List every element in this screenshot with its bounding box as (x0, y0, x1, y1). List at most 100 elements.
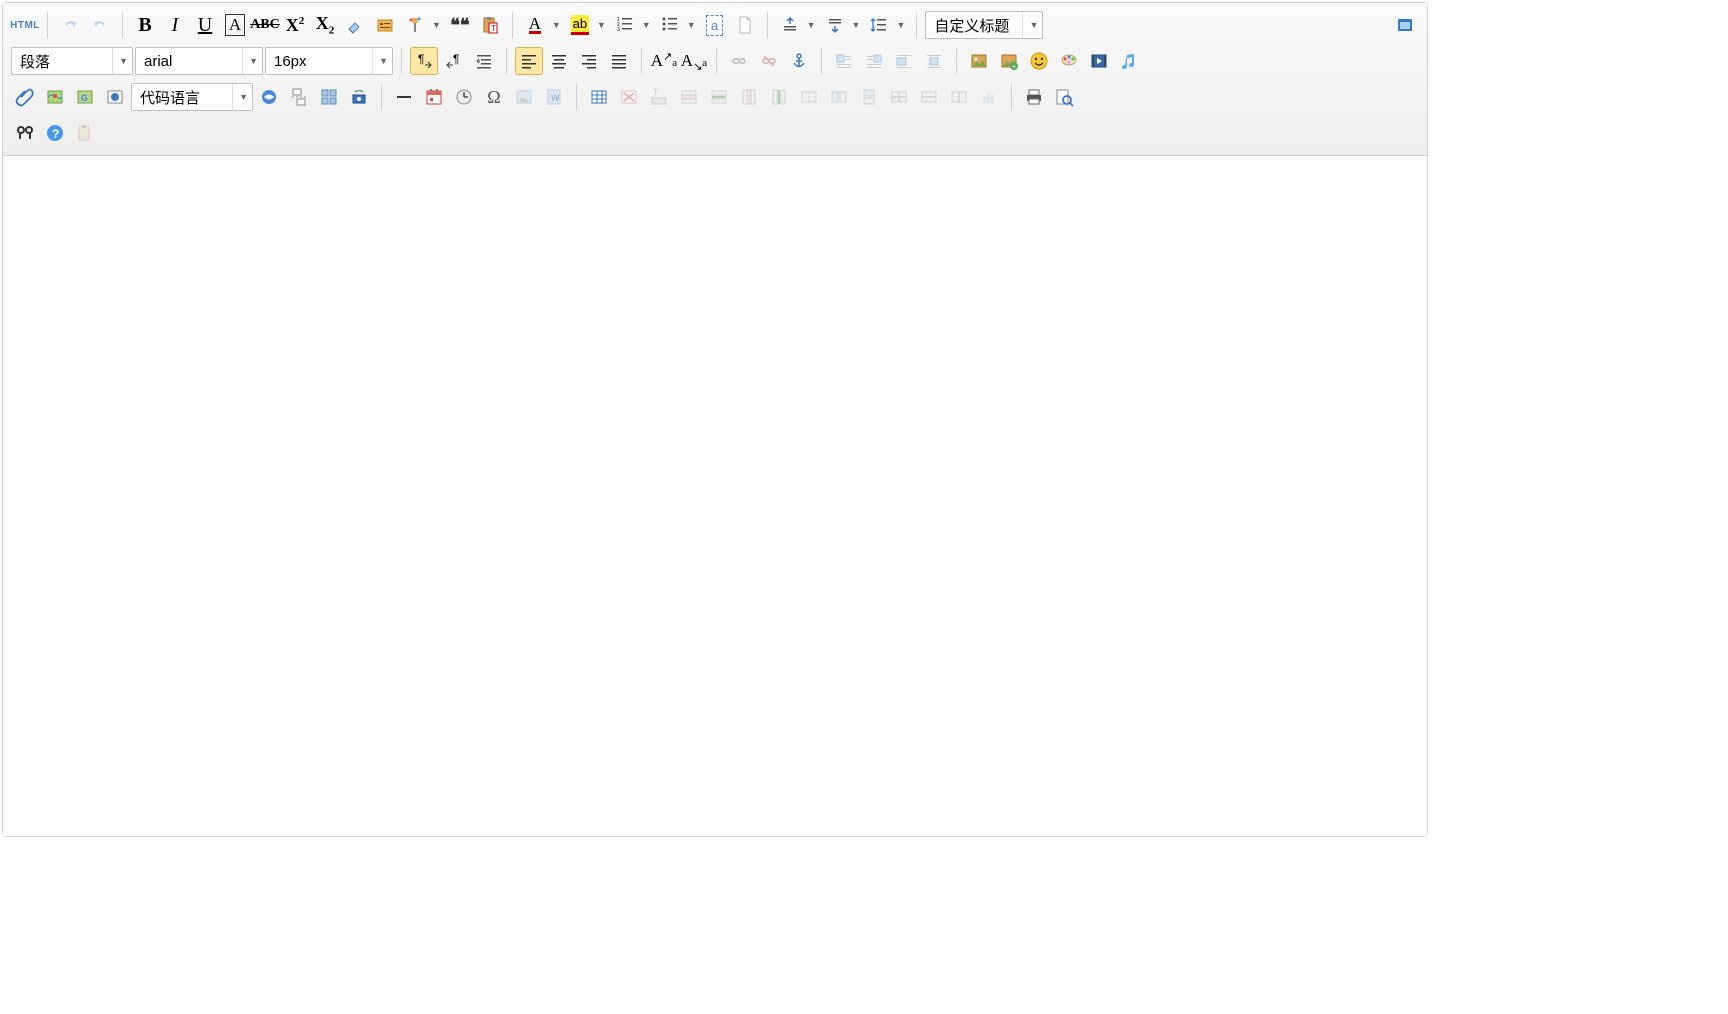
image-float-none-button[interactable] (890, 47, 918, 75)
import-word-button[interactable]: W (540, 83, 568, 111)
superscript-button[interactable]: X2 (281, 11, 309, 39)
align-center-button[interactable] (545, 47, 573, 75)
image-center-button[interactable] (920, 47, 948, 75)
time-button[interactable] (450, 83, 478, 111)
strikethrough-button[interactable]: ABC (251, 11, 279, 39)
rowspacing-bottom-button[interactable] (821, 11, 849, 39)
insert-frame-button[interactable] (101, 83, 129, 111)
lineheight-button[interactable] (865, 11, 893, 39)
insert-music-button[interactable] (1115, 47, 1143, 75)
undo-button[interactable] (56, 11, 84, 39)
horizontal-rule-button[interactable] (390, 83, 418, 111)
toolbar-row-2: 段落▼ arial▼ 16px▼ ¶ ¶ A↗a A↘a (11, 43, 1419, 79)
insert-para-before-table-button[interactable]: T (645, 83, 673, 111)
image-float-left-button[interactable] (830, 47, 858, 75)
special-char-button[interactable]: Ω (480, 83, 508, 111)
ordered-list-button[interactable]: 123 (611, 11, 639, 39)
anchor-button[interactable] (785, 47, 813, 75)
redo-button[interactable] (86, 11, 114, 39)
underline-button[interactable]: U (191, 11, 219, 39)
webapp-button[interactable] (255, 83, 283, 111)
svg-text:+: + (1012, 64, 1016, 71)
backcolor-button[interactable]: ab (566, 11, 594, 39)
rowspacing-bottom-dropdown[interactable]: ▼ (849, 20, 864, 30)
date-button[interactable] (420, 83, 448, 111)
align-right-button[interactable] (575, 47, 603, 75)
baidu-map-button[interactable] (41, 83, 69, 111)
insert-video-button[interactable] (1085, 47, 1113, 75)
word-image-button[interactable] (510, 83, 538, 111)
autotypeset-button[interactable] (371, 11, 399, 39)
paste-plain-button[interactable]: T (476, 11, 504, 39)
rowspacing-top-button[interactable] (776, 11, 804, 39)
font-size-select[interactable]: 16px▼ (265, 47, 393, 75)
touppercase-button[interactable]: A↗a (650, 47, 678, 75)
delete-row-button[interactable] (675, 83, 703, 111)
find-replace-button[interactable] (11, 119, 39, 147)
merge-down-button[interactable] (855, 83, 883, 111)
merge-right-button[interactable] (825, 83, 853, 111)
rich-text-editor: HTML B I U A ABC X2 X2 ▼ ❝❝ T A ▼ ab ▼ 1… (2, 2, 1428, 837)
ordered-list-dropdown[interactable]: ▼ (639, 20, 654, 30)
direction-rtl-button[interactable]: ¶ (440, 47, 468, 75)
insert-table-button[interactable] (585, 83, 613, 111)
indent-button[interactable] (470, 47, 498, 75)
pagebreak-button[interactable] (285, 83, 313, 111)
split-rows-button[interactable] (915, 83, 943, 111)
paragraph-select[interactable]: 段落▼ (11, 47, 133, 75)
multi-image-button[interactable]: + (995, 47, 1023, 75)
unordered-list-button[interactable] (656, 11, 684, 39)
bold-button[interactable]: B (131, 11, 159, 39)
google-map-button[interactable]: G (71, 83, 99, 111)
emotion-button[interactable] (1025, 47, 1053, 75)
template-button[interactable] (315, 83, 343, 111)
editor-content-area[interactable] (3, 156, 1427, 836)
help-button[interactable]: ? (41, 119, 69, 147)
forecolor-button[interactable]: A (521, 11, 549, 39)
insert-image-button[interactable] (965, 47, 993, 75)
lineheight-dropdown[interactable]: ▼ (893, 20, 908, 30)
unordered-list-dropdown[interactable]: ▼ (684, 20, 699, 30)
font-border-button[interactable]: A (221, 11, 249, 39)
new-doc-button[interactable] (731, 11, 759, 39)
drafts-button[interactable] (71, 119, 99, 147)
insert-col-button[interactable] (765, 83, 793, 111)
preview-button[interactable] (1050, 83, 1078, 111)
forecolor-dropdown[interactable]: ▼ (549, 20, 564, 30)
align-justify-button[interactable] (605, 47, 633, 75)
align-left-button[interactable] (515, 47, 543, 75)
toolbar-row-3: G 代码语言▼ Ω W T (11, 79, 1419, 115)
font-family-select[interactable]: arial▼ (135, 47, 263, 75)
select-all-button[interactable]: a (701, 11, 729, 39)
delete-col-button[interactable] (735, 83, 763, 111)
insert-row-button[interactable] (705, 83, 733, 111)
attachment-button[interactable] (11, 83, 39, 111)
formatmatch-button[interactable] (401, 11, 429, 39)
italic-button[interactable]: I (161, 11, 189, 39)
image-float-right-button[interactable] (860, 47, 888, 75)
link-button[interactable] (725, 47, 753, 75)
snapscreen-button[interactable] (345, 83, 373, 111)
custom-style-select[interactable]: 自定义标题▼ (925, 11, 1043, 39)
blockquote-button[interactable]: ❝❝ (446, 11, 474, 39)
merge-cells-button[interactable] (795, 83, 823, 111)
source-button[interactable]: HTML (11, 11, 39, 39)
direction-ltr-button[interactable]: ¶ (410, 47, 438, 75)
backcolor-dropdown[interactable]: ▼ (594, 20, 609, 30)
rowspacing-top-dropdown[interactable]: ▼ (804, 20, 819, 30)
split-cols-button[interactable] (945, 83, 973, 111)
delete-table-button[interactable] (615, 83, 643, 111)
code-language-select[interactable]: 代码语言▼ (131, 83, 253, 111)
eraser-button[interactable] (341, 11, 369, 39)
print-button[interactable] (1020, 83, 1048, 111)
split-cells-button[interactable] (885, 83, 913, 111)
formatmatch-dropdown[interactable]: ▼ (429, 20, 444, 30)
svg-text:G: G (81, 93, 88, 103)
scrawl-button[interactable] (1055, 47, 1083, 75)
subscript-button[interactable]: X2 (311, 11, 339, 39)
chart-button[interactable] (975, 83, 1003, 111)
fullscreen-button[interactable] (1391, 11, 1419, 39)
unlink-button[interactable] (755, 47, 783, 75)
toolbar-row-1: HTML B I U A ABC X2 X2 ▼ ❝❝ T A ▼ ab ▼ 1… (11, 7, 1419, 43)
tolowercase-button[interactable]: A↘a (680, 47, 708, 75)
